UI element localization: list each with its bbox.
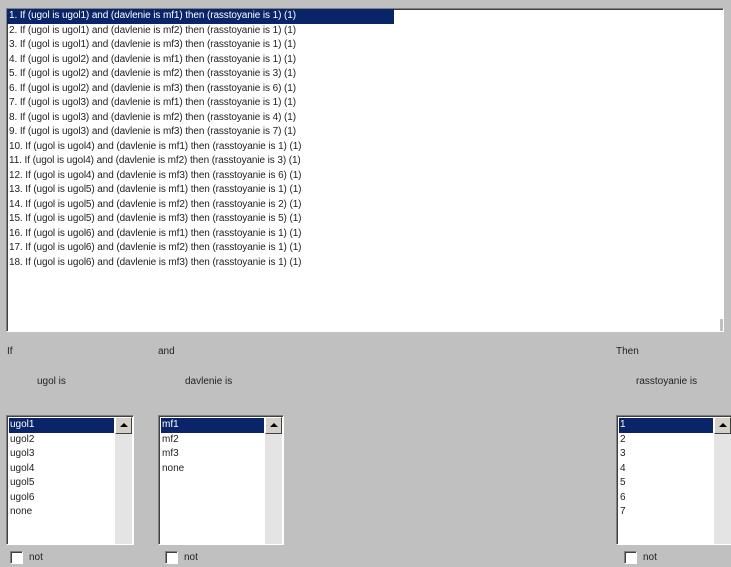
rule-item[interactable]: 8. If (ugol is ugol3) and (davlenie is m… <box>7 111 723 126</box>
ugol-is-label: ugol is <box>37 376 66 387</box>
rule-item[interactable]: 11. If (ugol is ugol4) and (davlenie is … <box>7 154 723 169</box>
ugol-option[interactable]: ugol2 <box>9 433 114 448</box>
davlenie-not-label: not <box>184 552 198 563</box>
rasstoyanie-option[interactable]: 5 <box>619 476 713 491</box>
davlenie-listbox[interactable]: mf1 mf2 mf3 none <box>158 415 284 545</box>
rule-item[interactable]: 15. If (ugol is ugol5) and (davlenie is … <box>7 212 723 227</box>
davlenie-is-label: davlenie is <box>185 376 233 387</box>
ugol-option[interactable]: ugol5 <box>9 476 114 491</box>
davlenie-option[interactable]: none <box>161 462 264 477</box>
ugol-option[interactable]: ugol6 <box>9 491 114 506</box>
rasstoyanie-is-label: rasstoyanie is <box>636 376 698 387</box>
davlenie-option[interactable]: mf1 <box>161 418 264 433</box>
rule-item[interactable]: 3. If (ugol is ugol1) and (davlenie is m… <box>7 38 723 53</box>
if-label: If <box>7 346 13 357</box>
rasstoyanie-option[interactable]: 1 <box>619 418 713 433</box>
davlenie-scrollbar[interactable] <box>265 417 282 544</box>
rule-item[interactable]: 5. If (ugol is ugol2) and (davlenie is m… <box>7 67 723 82</box>
rule-item[interactable]: 12. If (ugol is ugol4) and (davlenie is … <box>7 169 723 184</box>
scroll-up-icon[interactable] <box>265 417 282 434</box>
rule-item[interactable]: 7. If (ugol is ugol3) and (davlenie is m… <box>7 96 723 111</box>
checkbox-box[interactable] <box>624 551 637 564</box>
rasstoyanie-option[interactable]: 3 <box>619 447 713 462</box>
ugol-listbox[interactable]: ugol1 ugol2 ugol3 ugol4 ugol5 ugol6 none <box>6 415 134 545</box>
rasstoyanie-option[interactable]: 2 <box>619 433 713 448</box>
rasstoyanie-scrollbar[interactable] <box>714 417 731 544</box>
ugol-not-checkbox[interactable]: not <box>10 551 70 567</box>
davlenie-option[interactable]: mf3 <box>161 447 264 462</box>
rule-item[interactable]: 4. If (ugol is ugol2) and (davlenie is m… <box>7 53 723 68</box>
rule-item[interactable]: 13. If (ugol is ugol5) and (davlenie is … <box>7 183 723 198</box>
rule-item[interactable]: 18. If (ugol is ugol6) and (davlenie is … <box>7 256 723 271</box>
rasstoyanie-listbox[interactable]: 1234567 <box>616 415 731 545</box>
rules-list[interactable]: 1. If (ugol is ugol1) and (davlenie is m… <box>6 8 724 332</box>
ugol-option[interactable]: ugol3 <box>9 447 114 462</box>
rule-item[interactable]: 14. If (ugol is ugol5) and (davlenie is … <box>7 198 723 213</box>
ugol-option[interactable]: none <box>9 505 114 520</box>
ugol-not-label: not <box>29 552 43 563</box>
rule-item[interactable]: 16. If (ugol is ugol6) and (davlenie is … <box>7 227 723 242</box>
rasstoyanie-not-label: not <box>643 552 657 563</box>
rules-scroll-grip[interactable] <box>720 319 723 331</box>
davlenie-option[interactable]: mf2 <box>161 433 264 448</box>
scroll-up-icon[interactable] <box>714 417 731 434</box>
rule-item[interactable]: 6. If (ugol is ugol2) and (davlenie is m… <box>7 82 723 97</box>
rule-item[interactable]: 10. If (ugol is ugol4) and (davlenie is … <box>7 140 723 155</box>
checkbox-box[interactable] <box>10 551 23 564</box>
rule-item[interactable]: 17. If (ugol is ugol6) and (davlenie is … <box>7 241 723 256</box>
ugol-scrollbar[interactable] <box>115 417 132 544</box>
rule-item[interactable]: 9. If (ugol is ugol3) and (davlenie is m… <box>7 125 723 140</box>
rule-item[interactable]: 2. If (ugol is ugol1) and (davlenie is m… <box>7 24 723 39</box>
rule-item[interactable]: 1. If (ugol is ugol1) and (davlenie is m… <box>7 9 394 24</box>
rasstoyanie-option[interactable]: 4 <box>619 462 713 477</box>
scroll-up-icon[interactable] <box>115 417 132 434</box>
ugol-option[interactable]: ugol4 <box>9 462 114 477</box>
rasstoyanie-option[interactable]: 7 <box>619 505 713 520</box>
and-label: and <box>158 346 175 357</box>
checkbox-box[interactable] <box>165 551 178 564</box>
ugol-option[interactable]: ugol1 <box>9 418 114 433</box>
then-label: Then <box>616 346 639 357</box>
rasstoyanie-not-checkbox[interactable]: not <box>624 551 684 567</box>
davlenie-not-checkbox[interactable]: not <box>165 551 225 567</box>
rasstoyanie-option[interactable]: 6 <box>619 491 713 506</box>
